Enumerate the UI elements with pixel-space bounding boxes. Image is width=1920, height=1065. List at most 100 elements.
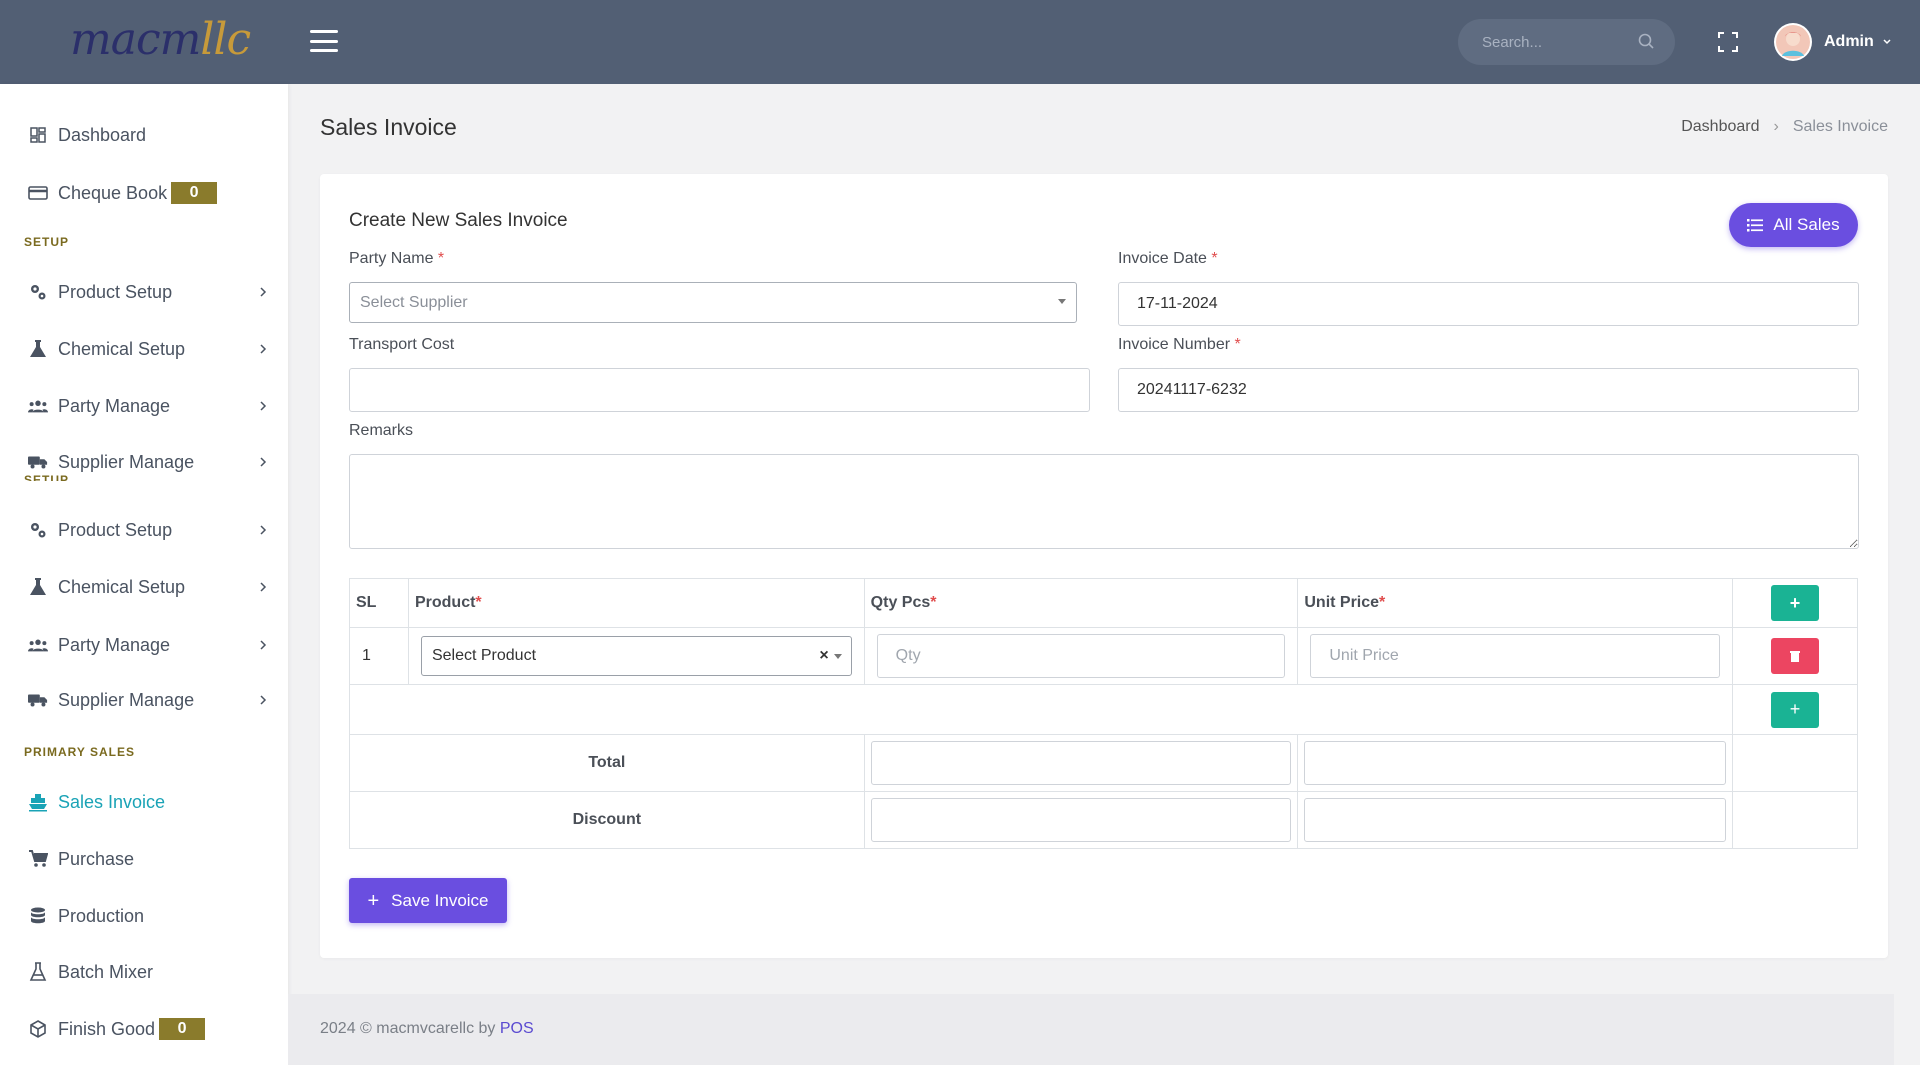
chevron-right-icon	[260, 287, 267, 297]
top-bar: macmllc Admin	[0, 0, 1920, 84]
product-select[interactable]: Select Product ×	[420, 636, 852, 676]
discount-row: Discount	[349, 791, 1858, 849]
invoice-date-input[interactable]	[1118, 282, 1859, 326]
save-invoice-button[interactable]: + Save Invoice	[349, 878, 507, 923]
plus-icon: +	[1789, 699, 1801, 719]
party-name-select[interactable]: Select Supplier	[349, 282, 1077, 323]
menu-toggle-icon[interactable]	[310, 30, 338, 52]
chevron-right-icon	[260, 401, 267, 411]
total-price-input[interactable]	[1304, 741, 1727, 785]
total-row: Total	[349, 734, 1858, 792]
total-qty-input[interactable]	[870, 741, 1292, 785]
avatar	[1774, 23, 1812, 61]
column-header-product: Product*	[407, 578, 865, 628]
total-label: Total	[349, 734, 865, 792]
table-header-row: SL Product* Qty Pcs* Unit Price* +	[349, 578, 1858, 628]
sidebar-item-purchase[interactable]: Purchase	[28, 844, 268, 874]
truck-icon	[28, 690, 48, 710]
count-badge: 0	[171, 182, 218, 204]
dropdown-arrow-icon	[833, 654, 842, 659]
sidebar-item-sales-invoice[interactable]: Sales Invoice	[28, 787, 268, 817]
table-row: 1 Select Product ×	[349, 627, 1858, 685]
truck-icon	[28, 452, 48, 472]
search-box	[1458, 19, 1675, 65]
sidebar-item-chemical-setup[interactable]: Chemical Setup	[28, 334, 268, 364]
beaker-icon	[28, 962, 48, 982]
footer-brand-link[interactable]: POS	[500, 1020, 534, 1037]
users-icon	[28, 635, 48, 655]
remarks-label: Remarks	[349, 422, 414, 439]
column-header-sl: SL	[349, 578, 409, 628]
column-header-qty: Qty Pcs*	[863, 578, 1299, 628]
sidebar-item-party-manage[interactable]: Party Manage	[28, 391, 268, 421]
table-add-row: +	[348, 684, 1858, 735]
row-sl: 1	[349, 627, 409, 685]
add-row-button[interactable]: +	[1771, 585, 1820, 621]
invoice-form-card: Create New Sales Invoice All Sales Party…	[320, 174, 1888, 958]
column-header-unit-price: Unit Price*	[1297, 578, 1734, 628]
search-icon[interactable]	[1637, 32, 1657, 52]
section-heading-setup: SETUP	[24, 235, 70, 249]
users-icon	[28, 396, 48, 416]
form-title: Create New Sales Invoice	[349, 210, 568, 231]
party-name-label: Party Name *	[349, 250, 445, 267]
breadcrumb-home-link[interactable]: Dashboard	[1681, 118, 1759, 136]
breadcrumb-current: Sales Invoice	[1792, 118, 1888, 135]
invoice-date-label: Invoice Date *	[1118, 250, 1218, 267]
user-name: Admin	[1824, 33, 1874, 50]
chevron-down-icon	[1883, 39, 1891, 45]
add-row-button[interactable]: +	[1771, 691, 1820, 728]
chevron-right-icon	[260, 695, 267, 705]
sidebar-item-product-setup[interactable]: Product Setup	[28, 277, 268, 307]
transport-cost-label: Transport Cost	[349, 336, 455, 353]
discount-qty-input[interactable]	[870, 798, 1292, 842]
breadcrumb: Dashboard › Sales Invoice	[1681, 118, 1888, 136]
discount-price-input[interactable]	[1304, 798, 1727, 842]
all-sales-button[interactable]: All Sales	[1729, 203, 1858, 247]
credit-card-icon	[28, 183, 48, 203]
sidebar-item-batch-mixer[interactable]: Batch Mixer	[28, 957, 268, 987]
discount-label: Discount	[349, 791, 865, 849]
chevron-right-icon	[260, 582, 267, 592]
transport-cost-input[interactable]	[349, 368, 1090, 412]
section-heading-primary-sales: PRIMARY SALES	[24, 745, 136, 759]
sidebar: Dashboard Cheque Book 0 SETUP Product Se…	[0, 84, 288, 1065]
database-icon	[28, 906, 48, 926]
sidebar-item-finish-good[interactable]: Finish Good 0	[28, 1014, 268, 1044]
section-heading-setup: SETUP	[24, 473, 70, 481]
plus-icon: +	[367, 889, 380, 912]
sidebar-item-supplier-manage[interactable]: Supplier Manage	[28, 685, 268, 715]
flask-icon	[28, 577, 48, 597]
qty-input[interactable]	[876, 634, 1286, 678]
sidebar-item-product-setup[interactable]: Product Setup	[28, 515, 268, 545]
fullscreen-icon[interactable]	[1716, 30, 1740, 54]
user-menu[interactable]: Admin	[1774, 22, 1892, 62]
clear-icon[interactable]: ×	[819, 647, 828, 665]
invoice-number-input[interactable]	[1118, 368, 1859, 412]
remarks-textarea[interactable]	[349, 454, 1859, 549]
unit-price-input[interactable]	[1310, 634, 1721, 678]
chevron-right-icon	[260, 457, 267, 467]
cart-icon	[28, 849, 48, 869]
ship-icon	[28, 792, 48, 812]
plus-icon: +	[1789, 592, 1801, 613]
delete-row-button[interactable]	[1771, 638, 1820, 674]
flask-icon	[28, 339, 48, 359]
sidebar-item-cheque-book[interactable]: Cheque Book 0	[28, 178, 268, 208]
page-title: Sales Invoice	[320, 114, 457, 140]
chevron-right-icon	[260, 640, 267, 650]
brand-logo[interactable]: macmllc	[70, 14, 251, 65]
count-badge: 0	[159, 1018, 206, 1040]
sidebar-item-party-manage[interactable]: Party Manage	[28, 630, 268, 660]
trash-icon	[1790, 651, 1801, 662]
footer: 2024 © macmvcarellc by POS	[288, 994, 1894, 1065]
dashboard-icon	[28, 125, 48, 145]
box-icon	[28, 1019, 48, 1039]
invoice-number-label: Invoice Number *	[1118, 336, 1241, 353]
footer-text: 2024 © macmvcarellc by POS	[320, 1020, 534, 1037]
sidebar-item-dashboard[interactable]: Dashboard	[28, 120, 268, 150]
chevron-right-icon	[260, 344, 267, 354]
sidebar-item-production[interactable]: Production	[28, 901, 268, 931]
sidebar-item-chemical-setup[interactable]: Chemical Setup	[28, 572, 268, 602]
gears-icon	[28, 520, 48, 540]
